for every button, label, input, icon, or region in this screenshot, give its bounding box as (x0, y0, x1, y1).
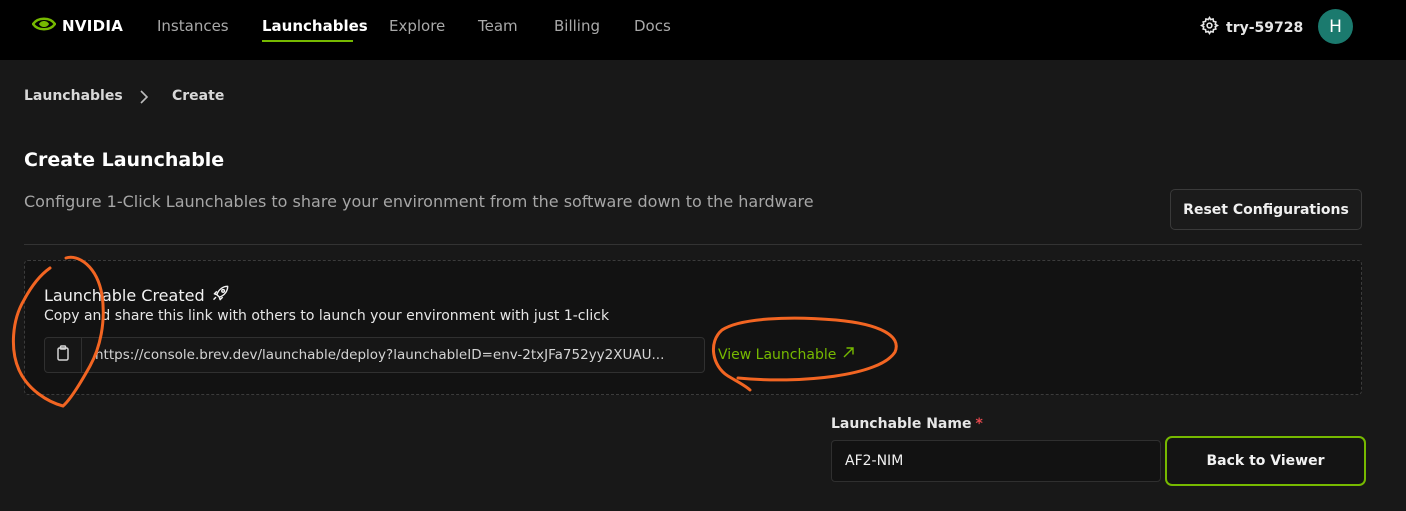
divider (24, 244, 1362, 245)
nav-team[interactable]: Team (478, 17, 518, 35)
launchable-created-description: Copy and share this link with others to … (44, 308, 610, 324)
external-link-icon (842, 346, 855, 363)
launchable-created-panel: Launchable Created Copy and share this l… (24, 260, 1362, 395)
view-launchable-label: View Launchable (718, 346, 837, 363)
rocket-icon (211, 283, 231, 307)
gear-icon (1199, 16, 1220, 39)
nav-billing[interactable]: Billing (554, 17, 600, 35)
nvidia-eye-icon (31, 16, 57, 36)
share-link-text[interactable]: https://console.brev.dev/launchable/depl… (82, 347, 692, 363)
avatar[interactable]: H (1318, 9, 1353, 44)
top-navigation-bar: NVIDIA Instances Launchables Explore Tea… (0, 0, 1406, 60)
copy-link-button[interactable] (45, 338, 82, 372)
launchable-created-heading: Launchable Created (44, 283, 231, 307)
breadcrumb-launchables[interactable]: Launchables (24, 88, 123, 104)
org-selector[interactable]: try-59728 (1199, 16, 1304, 39)
launchable-name-label: Launchable Name * (831, 416, 983, 432)
nvidia-logo[interactable]: NVIDIA (31, 16, 124, 36)
clipboard-icon (56, 345, 70, 365)
nav-instances[interactable]: Instances (157, 17, 229, 35)
logo-text: NVIDIA (62, 17, 124, 35)
reset-configurations-button[interactable]: Reset Configurations (1170, 189, 1362, 230)
launchable-name-label-text: Launchable Name (831, 416, 972, 432)
org-name: try-59728 (1226, 19, 1304, 36)
back-to-viewer-button[interactable]: Back to Viewer (1165, 436, 1366, 486)
chevron-right-icon (137, 88, 151, 110)
required-indicator: * (975, 416, 983, 432)
active-nav-indicator (262, 40, 353, 42)
launchable-name-input[interactable] (831, 440, 1161, 482)
nav-explore[interactable]: Explore (389, 17, 445, 35)
page-title: Create Launchable (24, 149, 225, 171)
breadcrumb-create: Create (172, 88, 225, 104)
nav-docs[interactable]: Docs (634, 17, 671, 35)
annotation-overlay (11, 255, 898, 408)
page-subtitle: Configure 1-Click Launchables to share y… (24, 192, 814, 211)
view-launchable-link[interactable]: View Launchable (718, 346, 855, 363)
share-link-field: https://console.brev.dev/launchable/depl… (44, 337, 705, 373)
nav-launchables[interactable]: Launchables (262, 17, 368, 35)
launchable-created-title: Launchable Created (44, 285, 205, 305)
